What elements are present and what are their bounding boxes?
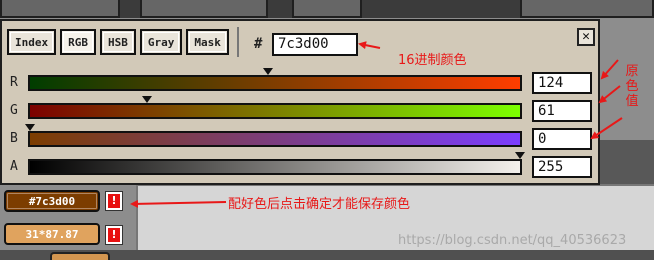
arrow-to-confirm	[130, 199, 227, 208]
annotation-arrows	[130, 41, 623, 208]
arrow-to-red	[600, 59, 619, 80]
arrow-to-hex	[358, 41, 381, 50]
arrow-to-green	[598, 85, 621, 104]
arrow-to-blue	[590, 117, 623, 140]
